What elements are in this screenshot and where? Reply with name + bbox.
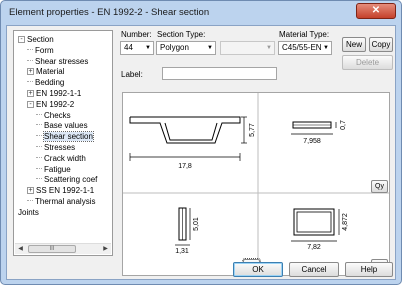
chevron-down-icon: ▼ xyxy=(145,45,151,51)
expand-icon[interactable]: + xyxy=(27,68,34,76)
section-subtype-select[interactable]: ▼ xyxy=(220,41,275,55)
tree-item-label: Shear stresses xyxy=(35,56,89,66)
tree-item[interactable]: + Material xyxy=(27,66,64,77)
new-button[interactable]: New xyxy=(342,37,366,52)
expand-icon[interactable]: + xyxy=(27,187,34,195)
qy-button[interactable]: Qy xyxy=(371,180,388,193)
section-type-select[interactable]: Polygon ▼ xyxy=(156,41,216,55)
tree-item[interactable]: Form xyxy=(27,45,54,56)
tree-item[interactable]: + SS EN 1992-1-1 xyxy=(27,185,94,196)
mx-height-dimension: 4,872 xyxy=(342,213,349,231)
collapse-icon[interactable]: - xyxy=(27,100,34,108)
tree-item-label: Fatigue xyxy=(44,164,71,174)
cross-section-canvas: 17,8 5,77 7,958 0,7 1,31 5,01 7,82 4,872… xyxy=(122,92,390,276)
tree-connector xyxy=(27,200,33,201)
qz-height-dimension: 5,01 xyxy=(193,217,200,231)
tree-item[interactable]: Shear section xyxy=(36,131,94,143)
tree-item-label: Checks xyxy=(44,110,71,120)
tree-item-label: Shear section xyxy=(43,131,94,143)
tree-connector xyxy=(36,124,42,126)
scroll-right-arrow-icon[interactable]: ▶ xyxy=(100,244,111,255)
close-icon: ✕ xyxy=(371,5,381,16)
label-input[interactable] xyxy=(162,67,277,80)
close-button[interactable]: ✕ xyxy=(356,3,396,19)
scroll-left-arrow-icon[interactable]: ◀ xyxy=(15,244,26,255)
mx-width-dimension: 7,82 xyxy=(307,244,321,251)
tree-item[interactable]: Base values xyxy=(36,120,88,131)
number-select[interactable]: 44 ▼ xyxy=(120,41,154,55)
tree-item[interactable]: Checks xyxy=(36,110,71,121)
tree-item-label: EN 1992-1-1 xyxy=(36,89,82,98)
tree-item[interactable]: - Section xyxy=(18,34,54,45)
main-section-shape xyxy=(129,116,241,144)
tree-item[interactable]: + EN 1992-1-1 xyxy=(27,88,81,99)
tree-horizontal-scrollbar[interactable]: ◀ III ▶ xyxy=(15,243,111,254)
tree-item-label: Section xyxy=(27,35,54,44)
tree-connector xyxy=(36,178,42,180)
tree-item-label: Bedding xyxy=(35,78,65,88)
number-label: Number: xyxy=(121,30,152,39)
material-type-value: C45/55-EN xyxy=(282,43,322,52)
section-type-label: Section Type: xyxy=(157,30,206,39)
chevron-down-icon: ▼ xyxy=(266,45,272,51)
expand-icon[interactable]: + xyxy=(27,90,34,97)
tree-connector xyxy=(27,48,33,50)
tree-connector xyxy=(36,113,42,115)
tree-connector xyxy=(36,135,42,137)
number-value: 44 xyxy=(124,43,133,52)
tree-item-label: Form xyxy=(35,45,54,55)
help-button[interactable]: Help xyxy=(345,262,393,277)
properties-tree[interactable]: - Section Form Shear stresses + Material Beddi… xyxy=(13,30,113,256)
delete-button[interactable]: Delete xyxy=(342,55,393,70)
cross-section-drawing: 17,8 5,77 7,958 0,7 1,31 5,01 7,82 4,872 xyxy=(123,93,389,275)
qy-width-dimension: 7,958 xyxy=(303,138,321,145)
tree-connector xyxy=(36,146,42,147)
main-height-dimension: 5,77 xyxy=(249,123,256,137)
tree-connector xyxy=(27,59,33,61)
dialog-client-area: - Section Form Shear stresses + Material Beddi… xyxy=(6,25,396,280)
dialog-window: Element properties - EN 1992-2 - Shear s… xyxy=(0,0,402,285)
main-width-dimension: 17,8 xyxy=(178,163,192,170)
tree-item-label: Stresses xyxy=(44,143,76,152)
copy-button[interactable]: Copy xyxy=(369,37,393,52)
qy-height-dimension: 0,7 xyxy=(340,120,347,130)
tree-item[interactable]: Scattering coef xyxy=(36,174,97,185)
cancel-button[interactable]: Cancel xyxy=(289,262,339,277)
chevron-down-icon: ▼ xyxy=(323,45,329,51)
tree-connector xyxy=(27,81,33,83)
tree-item[interactable]: Thermal analysis xyxy=(27,196,95,207)
window-title: Element properties - EN 1992-2 - Shear s… xyxy=(9,7,210,18)
label-label: Label: xyxy=(121,70,143,79)
tree-item-label: Scattering coef xyxy=(44,175,98,185)
tree-item-label: Thermal analysis xyxy=(35,197,96,206)
collapse-icon[interactable]: - xyxy=(18,36,25,43)
tree-item-label: Material xyxy=(36,67,65,77)
tree-item[interactable]: Bedding xyxy=(27,77,64,88)
chevron-down-icon: ▼ xyxy=(207,45,213,51)
tree-item[interactable]: Shear stresses xyxy=(27,56,88,67)
section-type-value: Polygon xyxy=(160,43,189,52)
material-type-select[interactable]: C45/55-EN ▼ xyxy=(278,41,332,55)
title-bar[interactable]: Element properties - EN 1992-2 - Shear s… xyxy=(1,1,401,25)
tree-item-label: Crack width xyxy=(44,153,86,163)
qz-width-dimension: 1,31 xyxy=(175,248,189,255)
tree-item-label: Joints xyxy=(18,207,39,217)
scroll-thumb[interactable]: III xyxy=(28,245,76,253)
material-type-label: Material Type: xyxy=(279,30,330,39)
tree-item[interactable]: Joints xyxy=(18,207,39,218)
tree-item[interactable]: - EN 1992-2 xyxy=(27,99,74,110)
tree-item-label: Base values xyxy=(44,121,88,131)
tree-connector xyxy=(36,167,42,169)
tree-item-label: EN 1992-2 xyxy=(36,99,75,109)
tree-item-label: SS EN 1992-1-1 xyxy=(36,186,95,196)
mx-section-shape xyxy=(293,208,335,236)
tree-connector xyxy=(36,156,42,158)
tree-item[interactable]: Crack width xyxy=(36,153,86,164)
tree-item[interactable]: Fatigue xyxy=(36,164,71,175)
ok-button[interactable]: OK xyxy=(233,262,283,277)
tree-item[interactable]: Stresses xyxy=(36,142,75,153)
